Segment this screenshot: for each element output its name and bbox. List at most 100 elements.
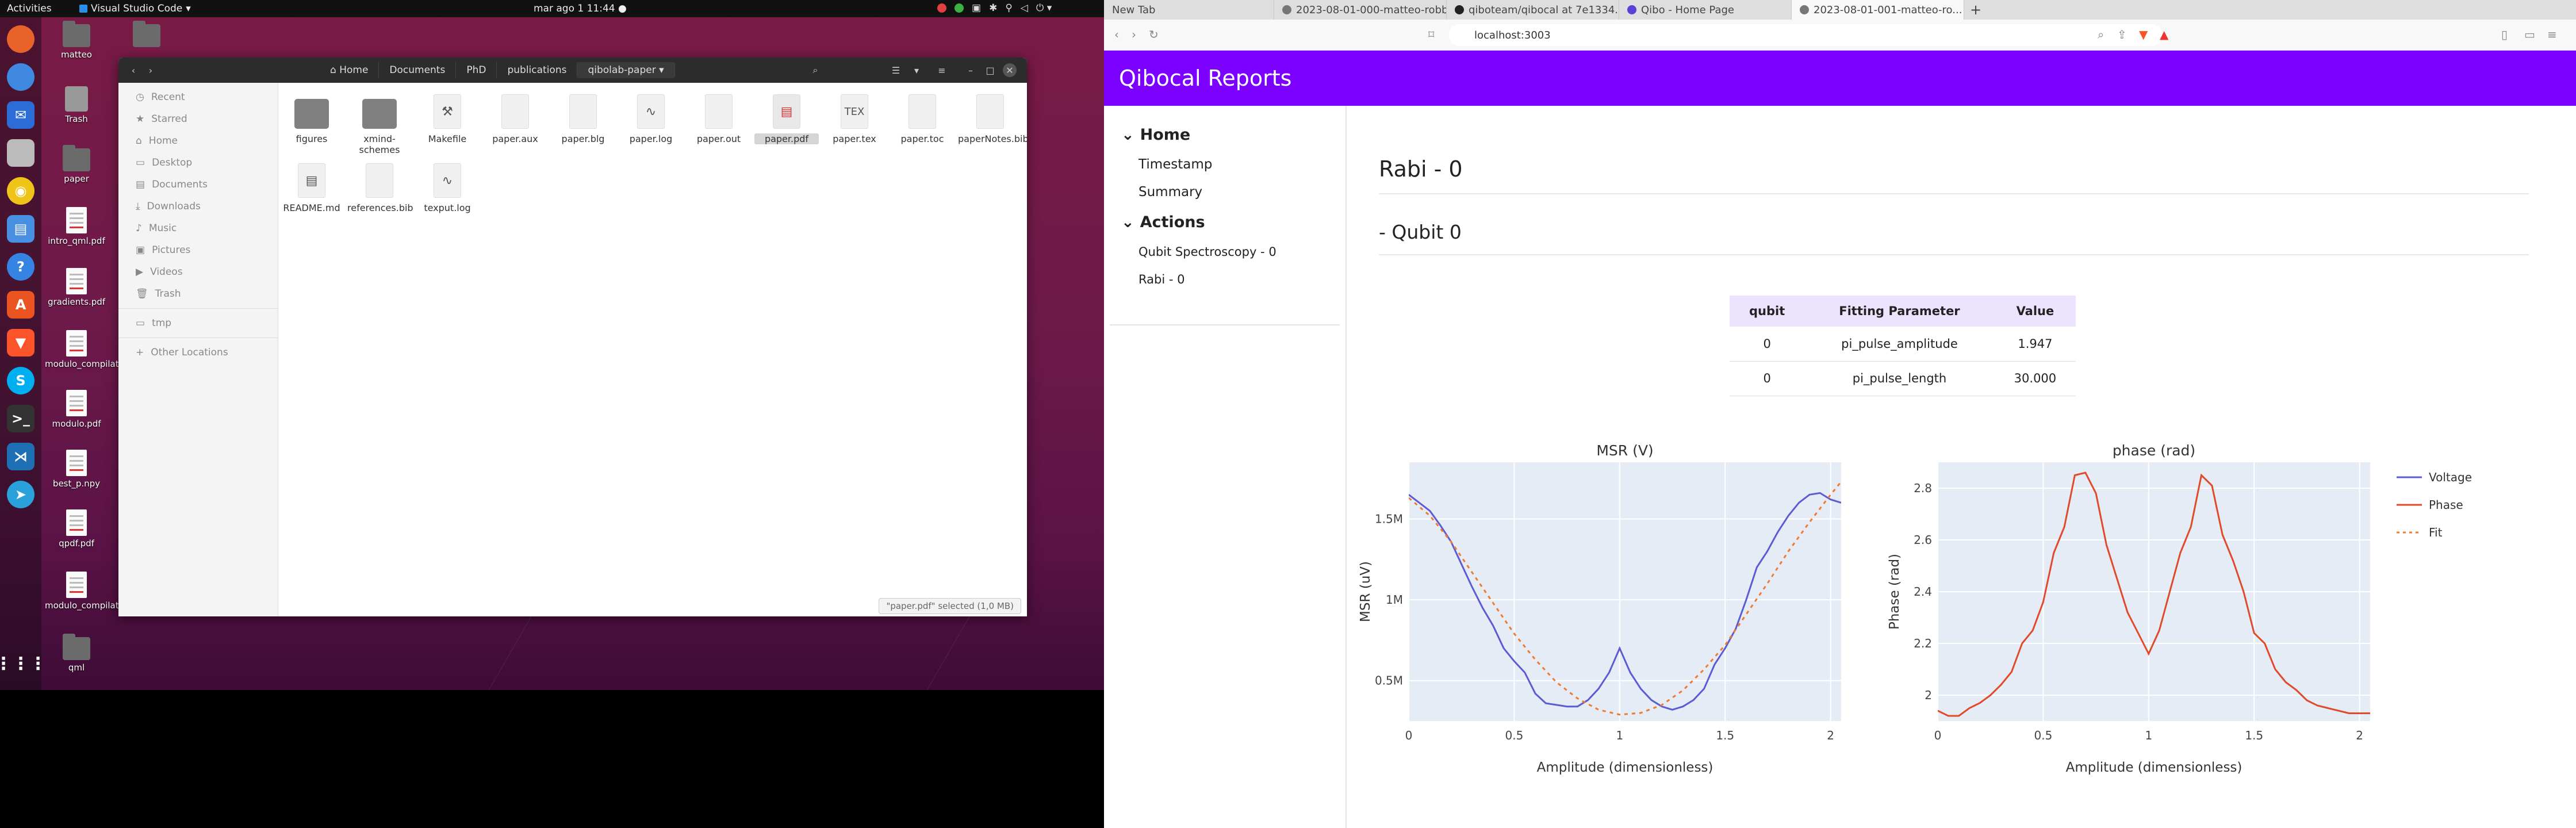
file-item-paper-tex[interactable]: TEX paper.tex [822,94,887,144]
nav-item-qubit-spectroscopy[interactable]: Qubit Spectroscopy - 0 [1104,238,1346,266]
menu-icon[interactable]: ≡ [2547,28,2557,41]
app-grid-icon[interactable]: ⋮⋮⋮ [0,650,47,677]
sidebar-icon[interactable]: ▯ [2501,28,2508,41]
new-tab-button[interactable]: + [1964,0,1987,20]
forward-icon[interactable]: › [144,63,158,77]
tab-report-000[interactable]: 2023-08-01-000-matteo-robb... [1274,0,1447,20]
desktop-item-folder[interactable] [115,21,178,49]
breadcrumb-home[interactable]: ⌂ Home [320,62,379,78]
tab-report-001[interactable]: 2023-08-01-001-matteo-ro...✕ [1792,0,1964,20]
desktop-item-best-p[interactable]: best_p.npy [45,450,108,489]
vscode-dock-icon[interactable]: ⋊ [7,443,34,470]
keyboard-icon[interactable]: ▣ [972,2,981,14]
wallet-icon[interactable]: ▭ [2524,28,2535,41]
sidebar-item-other-locations[interactable]: + Other Locations [118,342,278,363]
nav-item-summary[interactable]: Summary [1104,178,1346,206]
file-item-paper-pdf[interactable]: ▤ paper.pdf [754,94,819,144]
skype-icon[interactable]: S [7,367,34,394]
nav-section-home[interactable]: ⌄ Home [1104,118,1346,151]
activities-button[interactable]: Activities [7,3,52,14]
breadcrumb-documents[interactable]: Documents [379,62,457,78]
report-title[interactable]: Qibocal Reports [1119,66,1291,91]
brave-icon[interactable]: ▼ [7,329,34,356]
mail-icon[interactable]: ✉ [7,101,34,129]
software-icon[interactable]: A [7,291,34,319]
warning-icon[interactable]: ▲ [2160,28,2168,41]
desktop-item-modulo-compilato[interactable]: modulo_compilato.pdf [45,330,141,369]
rabi-charts[interactable]: 0.5M 1M 1.5M 0 0.5 1 1.5 2 MSR (V) Amplitude (dim… [1348,434,2576,828]
desktop-item-intro-qml[interactable]: intro_qml.pdf [45,207,108,246]
tab-qibo-home[interactable]: Qibo - Home Page [1619,0,1792,20]
sidebar-item-pictures[interactable]: ▣ Pictures [118,239,278,261]
back-icon[interactable]: ‹ [1114,28,1119,41]
sidebar-item-videos[interactable]: ▶ Videos [118,261,278,283]
brave-shield-icon[interactable]: ▼ [2139,28,2148,41]
document-icon[interactable]: ▤ [7,215,34,243]
search-icon[interactable]: ⌕ [808,63,822,77]
desktop-item-matteo[interactable]: matteo [45,21,108,60]
file-item-xmind-schemes[interactable]: xmind-schemes [347,94,412,155]
firefox-icon[interactable] [7,25,34,53]
app-menu[interactable]: Visual Studio Code ▾ [79,3,191,14]
music-icon[interactable]: ◉ [7,177,34,205]
help-icon[interactable]: ? [7,253,34,281]
breadcrumb-qibolab-paper[interactable]: qibolab-paper ▾ [577,62,675,78]
sidebar-item-music[interactable]: ♪ Music [118,217,278,239]
zoom-icon[interactable]: ⌕ [2098,28,2104,41]
file-item-references-bib[interactable]: references.bib [347,163,413,213]
file-item-papernotes-bib[interactable]: paperNotes.bib [958,94,1027,144]
menu-icon[interactable]: ≡ [935,63,949,77]
tab-github-qibocal[interactable]: qiboteam/qibocal at 7e1334... [1447,0,1619,20]
file-item-makefile[interactable]: ⚒ Makefile [415,94,480,144]
bluetooth-icon[interactable]: ✱ [989,2,997,14]
bookmark-icon[interactable]: ⌑ [1428,28,1434,41]
file-item-paper-blg[interactable]: paper.blg [551,94,615,144]
file-item-paper-toc[interactable]: paper.toc [890,94,954,144]
chevron-down-icon[interactable]: ▾ [910,63,923,77]
nav-section-actions[interactable]: ⌄ Actions [1104,206,1346,238]
files-icon[interactable] [7,139,34,167]
file-item-readme[interactable]: ▤ README.md [279,163,344,213]
desktop-item-gradients[interactable]: gradients.pdf [45,268,108,307]
desktop-item-trash[interactable]: Trash [45,86,108,124]
share-icon[interactable]: ⇪ [2117,28,2127,41]
telegram-icon[interactable]: ➤ [7,481,34,508]
file-item-paper-out[interactable]: paper.out [687,94,751,144]
forward-icon[interactable]: › [1132,28,1136,41]
breadcrumb-publications[interactable]: publications [497,62,578,78]
clock[interactable]: mar ago 1 11:44 ● [534,3,627,14]
back-icon[interactable]: ‹ [126,63,140,77]
sidebar-item-downloads[interactable]: ⤓ Downloads [118,195,278,217]
file-item-paper-log[interactable]: ∿ paper.log [619,94,683,144]
sidebar-item-home[interactable]: ⌂ Home [118,130,278,152]
power-icon[interactable]: ⏻ ▾ [1036,2,1052,14]
record-icon[interactable] [937,3,946,13]
nav-item-timestamp[interactable]: Timestamp [1104,151,1346,178]
sidebar-item-desktop[interactable]: ▭ Desktop [118,152,278,174]
file-item-texput-log[interactable]: ∿ texput.log [415,163,480,213]
tab-new-tab[interactable]: New Tab [1104,0,1274,20]
sidebar-item-documents[interactable]: ▤ Documents [118,174,278,195]
address-bar[interactable]: localhost:3003 [1449,24,2162,46]
reload-icon[interactable]: ↻ [1149,28,1159,41]
maximize-icon[interactable]: □ [983,63,997,77]
app-tray-icon[interactable] [954,3,964,13]
volume-icon[interactable]: ◁ [1021,2,1028,14]
close-icon[interactable]: ✕ [1003,63,1017,77]
sidebar-item-tmp[interactable]: ▭ tmp [118,312,278,334]
terminal-icon[interactable]: >_ [7,405,34,432]
sidebar-item-trash[interactable]: 🗑 Trash [118,283,278,305]
sidebar-item-starred[interactable]: ★ Starred [118,108,278,130]
nav-item-rabi[interactable]: Rabi - 0 [1104,266,1346,293]
breadcrumb-phd[interactable]: PhD [456,62,497,78]
chrome-icon[interactable] [7,63,34,91]
file-item-paper-aux[interactable]: paper.aux [483,94,547,144]
desktop-item-modulo[interactable]: modulo.pdf [45,390,108,429]
file-item-figures[interactable]: figures [279,94,344,144]
minimize-icon[interactable]: – [964,63,977,77]
sidebar-item-recent[interactable]: ◷ Recent [118,86,278,108]
desktop-item-qpdf[interactable]: qpdf.pdf [45,509,108,549]
desktop-item-qml[interactable]: qml [45,634,108,673]
desktop-item-modulo-compilato-fir[interactable]: modulo_compilato_fir... [45,572,145,611]
view-list-icon[interactable]: ☰ [889,63,903,77]
